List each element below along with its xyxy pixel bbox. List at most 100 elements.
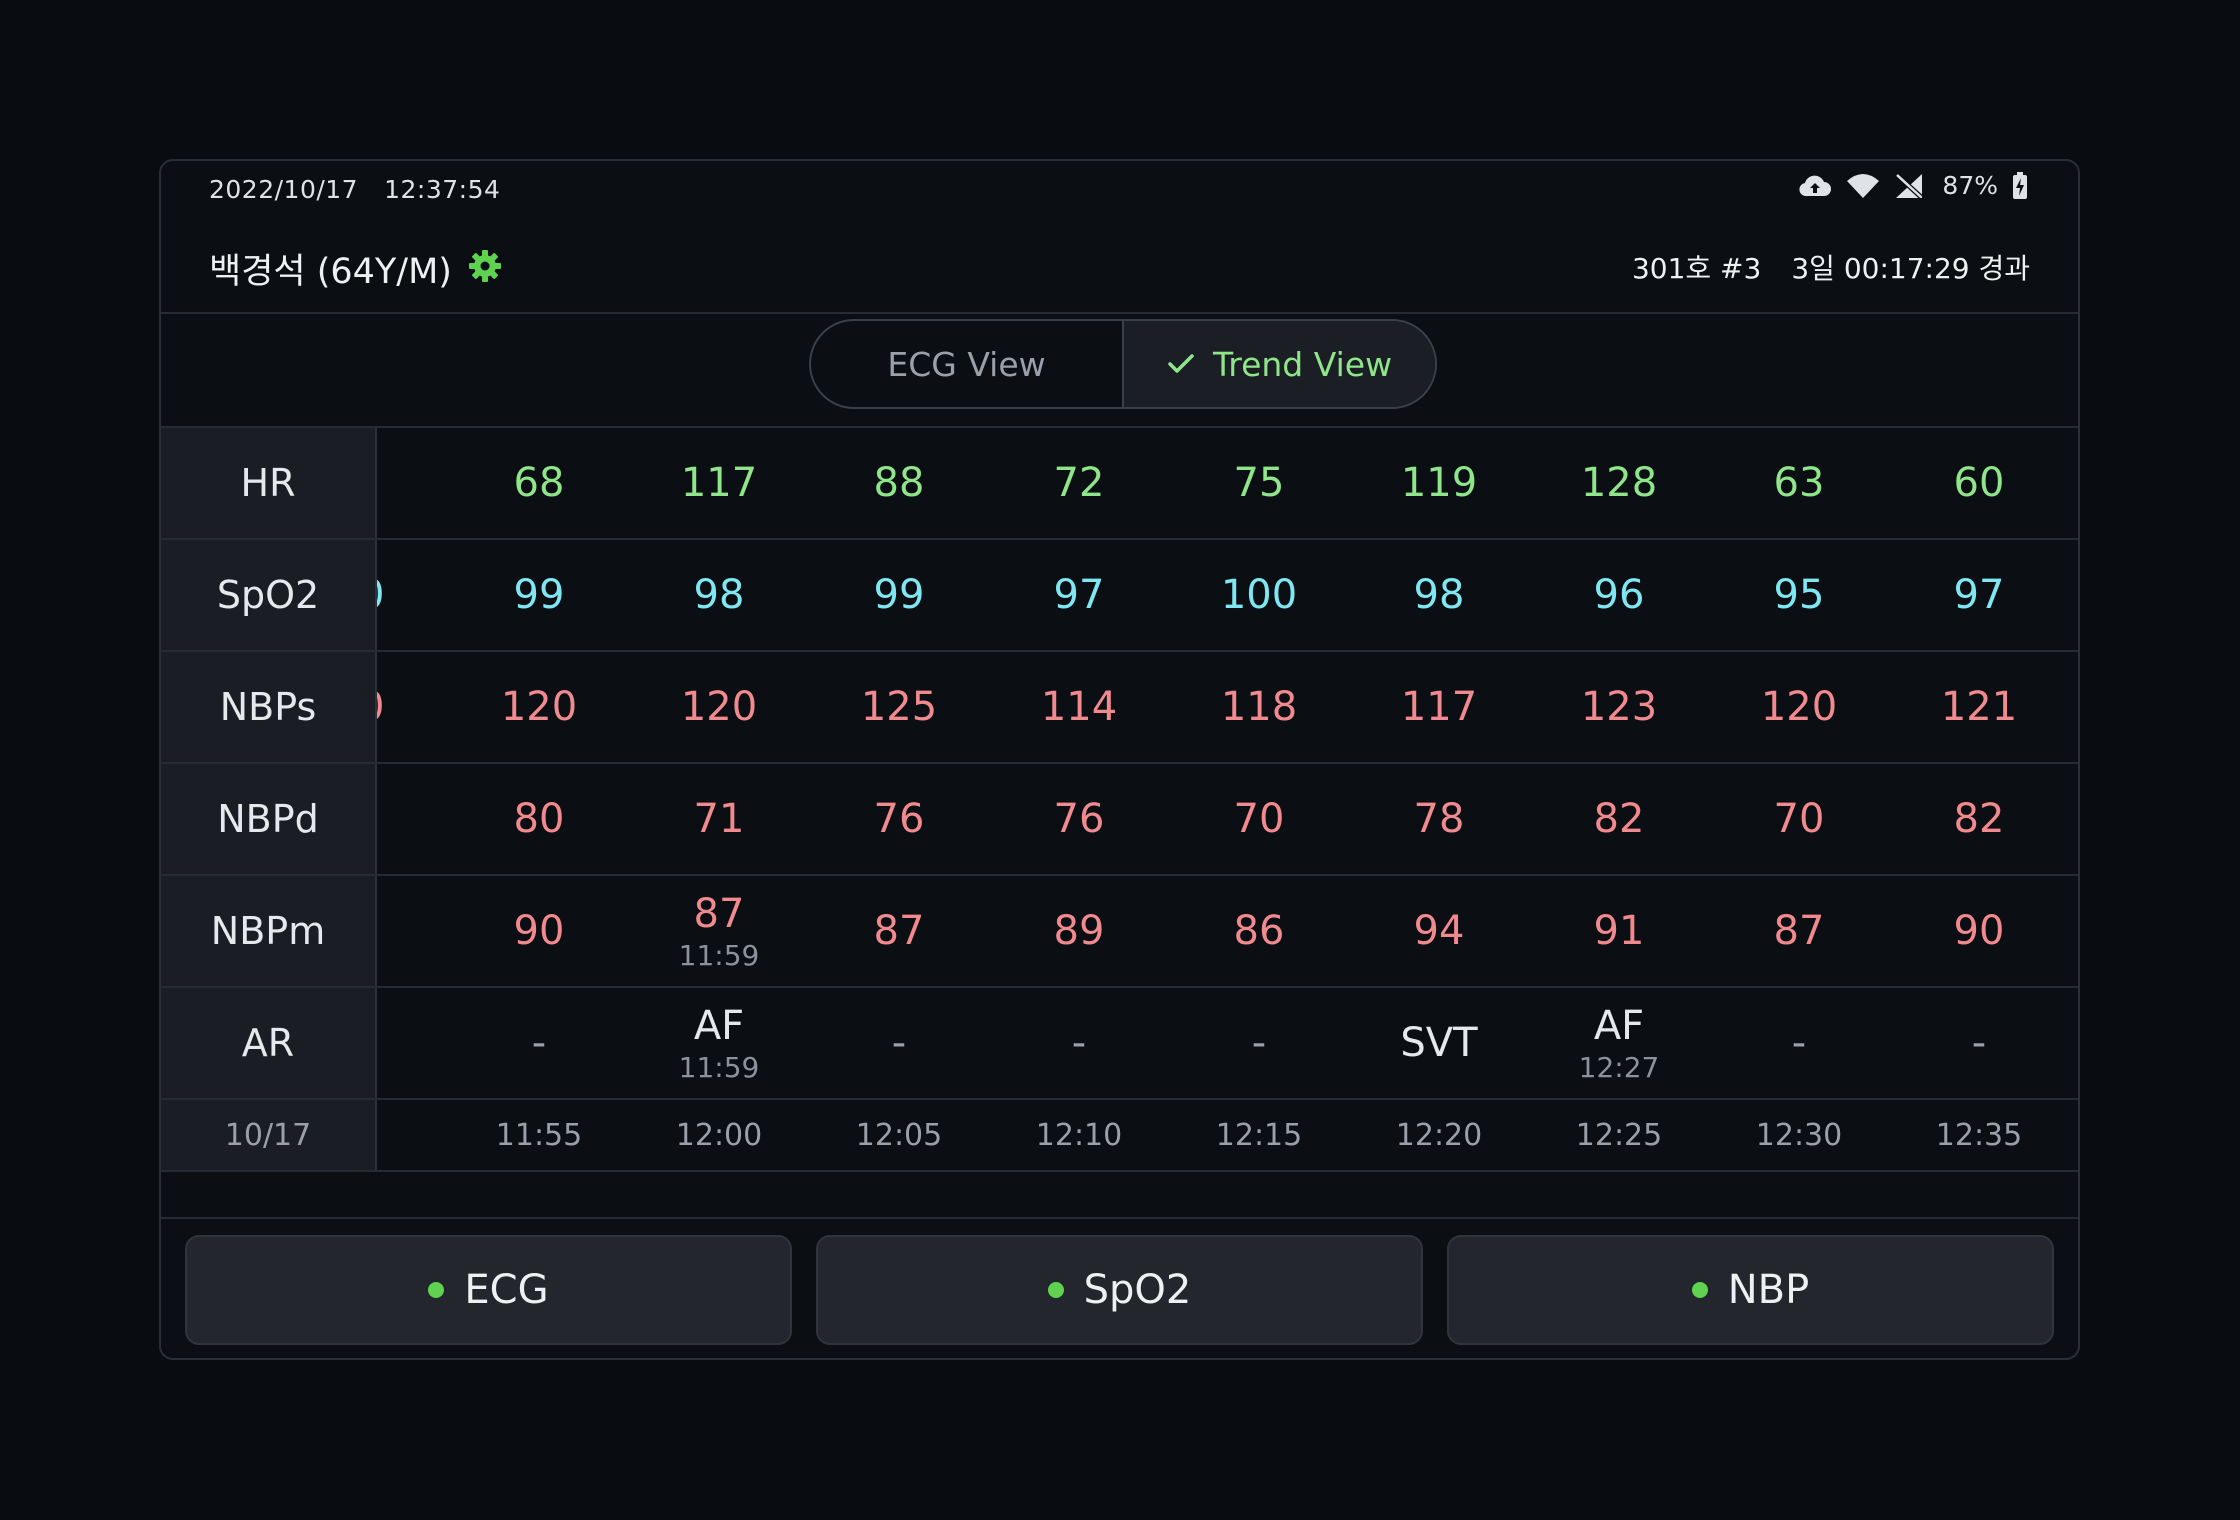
- trend-cell[interactable]: 91: [1529, 876, 1709, 986]
- row-values: --AF11:59---SVTAF12:27--: [375, 988, 2078, 1098]
- trend-cell[interactable]: 90: [1889, 876, 2069, 986]
- trend-cell[interactable]: 95: [1709, 540, 1889, 650]
- trend-cell[interactable]: 0: [375, 764, 449, 874]
- trend-cell[interactable]: 63: [1709, 428, 1889, 538]
- gear-icon[interactable]: [467, 248, 503, 284]
- trend-cell[interactable]: 96: [1529, 540, 1709, 650]
- trend-cell[interactable]: 99: [809, 540, 989, 650]
- trend-cell[interactable]: -: [1169, 988, 1349, 1098]
- status-icons: 87%: [1798, 171, 2028, 200]
- trend-cell[interactable]: 71: [629, 764, 809, 874]
- trend-value: 68: [513, 460, 565, 506]
- trend-cell[interactable]: 120: [449, 652, 629, 762]
- trend-cell[interactable]: 76: [989, 764, 1169, 874]
- trend-cell[interactable]: 68: [449, 428, 629, 538]
- time-axis-row: 10/1750 11:55 12:00 12:05 12:10 12:15 12:20 12:…: [161, 1100, 2078, 1172]
- trend-cell[interactable]: 8: [375, 428, 449, 538]
- trend-value: 119: [1400, 460, 1478, 506]
- event-time: 12:27: [1578, 1050, 1660, 1084]
- trend-cell[interactable]: 118: [1169, 652, 1349, 762]
- row-values: 1908711:5987898694918790: [375, 876, 2078, 986]
- trend-cell[interactable]: 80: [449, 764, 629, 874]
- view-toggle: ECG View Trend View: [809, 319, 1437, 409]
- status-bar: 2022/10/17 12:37:54 87%: [161, 161, 2078, 217]
- trend-cell[interactable]: SVT: [1349, 988, 1529, 1098]
- trend-cell[interactable]: 100: [1169, 540, 1349, 650]
- time-label: 50: [375, 1100, 449, 1170]
- trend-cell[interactable]: 86: [1169, 876, 1349, 986]
- trend-cell[interactable]: 60: [1889, 428, 2069, 538]
- trend-cell[interactable]: 70: [1709, 764, 1889, 874]
- time-label: 12:30: [1755, 1117, 1843, 1153]
- trend-cell[interactable]: 98: [629, 540, 809, 650]
- status-dot-icon: [428, 1282, 445, 1298]
- trend-cell[interactable]: -: [809, 988, 989, 1098]
- trend-value: 60: [1953, 460, 2005, 506]
- trend-cell[interactable]: 70: [1169, 764, 1349, 874]
- trend-value: 118: [1220, 684, 1298, 730]
- divider: [161, 1217, 2078, 1219]
- trend-cell[interactable]: 75: [1169, 428, 1349, 538]
- trend-cell[interactable]: 117: [1349, 652, 1529, 762]
- trend-cell[interactable]: -: [1709, 988, 1889, 1098]
- trend-cell[interactable]: 97: [1889, 540, 2069, 650]
- time-label: 12:35: [1935, 1117, 2023, 1153]
- trend-value: -: [1071, 1020, 1087, 1066]
- trend-value: 128: [1580, 460, 1658, 506]
- trend-cell[interactable]: 10: [375, 652, 449, 762]
- status-time: 12:37:54: [384, 175, 501, 204]
- spo2-button[interactable]: SpO2: [816, 1235, 1423, 1345]
- trend-cell[interactable]: 87: [809, 876, 989, 986]
- trend-cell[interactable]: 119: [1349, 428, 1529, 538]
- ecg-view-tab[interactable]: ECG View: [811, 321, 1124, 407]
- trend-cell[interactable]: 94: [1349, 876, 1529, 986]
- trend-cell[interactable]: -: [449, 988, 629, 1098]
- trend-cell[interactable]: AF 12:27: [1529, 988, 1709, 1098]
- trend-cell[interactable]: 82: [1889, 764, 2069, 874]
- trend-cell[interactable]: 99: [449, 540, 629, 650]
- parameter-buttons: ECG SpO2 NBP: [185, 1235, 2054, 1345]
- trend-cell[interactable]: 123: [1529, 652, 1709, 762]
- trend-cell[interactable]: 88: [809, 428, 989, 538]
- trend-cell[interactable]: -: [989, 988, 1169, 1098]
- trend-cell[interactable]: 97: [989, 540, 1169, 650]
- trend-value: 99: [873, 572, 925, 618]
- trend-cell[interactable]: 90: [449, 876, 629, 986]
- trend-row-ar: AR--AF11:59---SVTAF12:27--: [161, 988, 2078, 1100]
- trend-cell[interactable]: 114: [989, 652, 1169, 762]
- trend-cell[interactable]: 00: [375, 540, 449, 650]
- row-label: AR: [161, 988, 377, 1098]
- trend-cell[interactable]: 120: [1709, 652, 1889, 762]
- check-icon: [1168, 354, 1194, 373]
- trend-cell[interactable]: 1: [375, 876, 449, 986]
- row-label: NBPm: [161, 876, 377, 986]
- trend-cell[interactable]: AF 11:59: [629, 988, 809, 1098]
- time-label: 12:00: [675, 1117, 763, 1153]
- trend-cell[interactable]: 87: [1709, 876, 1889, 986]
- trend-value: 82: [1593, 796, 1645, 842]
- trend-cell[interactable]: 76: [809, 764, 989, 874]
- trend-view-tab[interactable]: Trend View: [1124, 321, 1435, 407]
- trend-value: 117: [680, 460, 758, 506]
- ecg-button[interactable]: ECG: [185, 1235, 792, 1345]
- trend-value: 114: [1040, 684, 1118, 730]
- trend-cell[interactable]: 117: [629, 428, 809, 538]
- trend-cell[interactable]: 82: [1529, 764, 1709, 874]
- trend-cell[interactable]: 125: [809, 652, 989, 762]
- trend-value: -: [1971, 1020, 1987, 1066]
- trend-cell[interactable]: 121: [1889, 652, 2069, 762]
- trend-cell[interactable]: 87 11:59: [629, 876, 809, 986]
- trend-value: 82: [1953, 796, 2005, 842]
- trend-cell[interactable]: 120: [629, 652, 809, 762]
- date-time: 2022/10/17 12:37:54: [209, 175, 526, 204]
- trend-cell[interactable]: 89: [989, 876, 1169, 986]
- trend-cell[interactable]: -: [375, 988, 449, 1098]
- nbp-button[interactable]: NBP: [1447, 1235, 2054, 1345]
- trend-value: 95: [1773, 572, 1825, 618]
- trend-cell[interactable]: 98: [1349, 540, 1529, 650]
- trend-cell[interactable]: 78: [1349, 764, 1529, 874]
- trend-cell[interactable]: 72: [989, 428, 1169, 538]
- trend-cell[interactable]: 128: [1529, 428, 1709, 538]
- room-number: 301호 #3: [1631, 252, 1762, 285]
- trend-cell[interactable]: -: [1889, 988, 2069, 1098]
